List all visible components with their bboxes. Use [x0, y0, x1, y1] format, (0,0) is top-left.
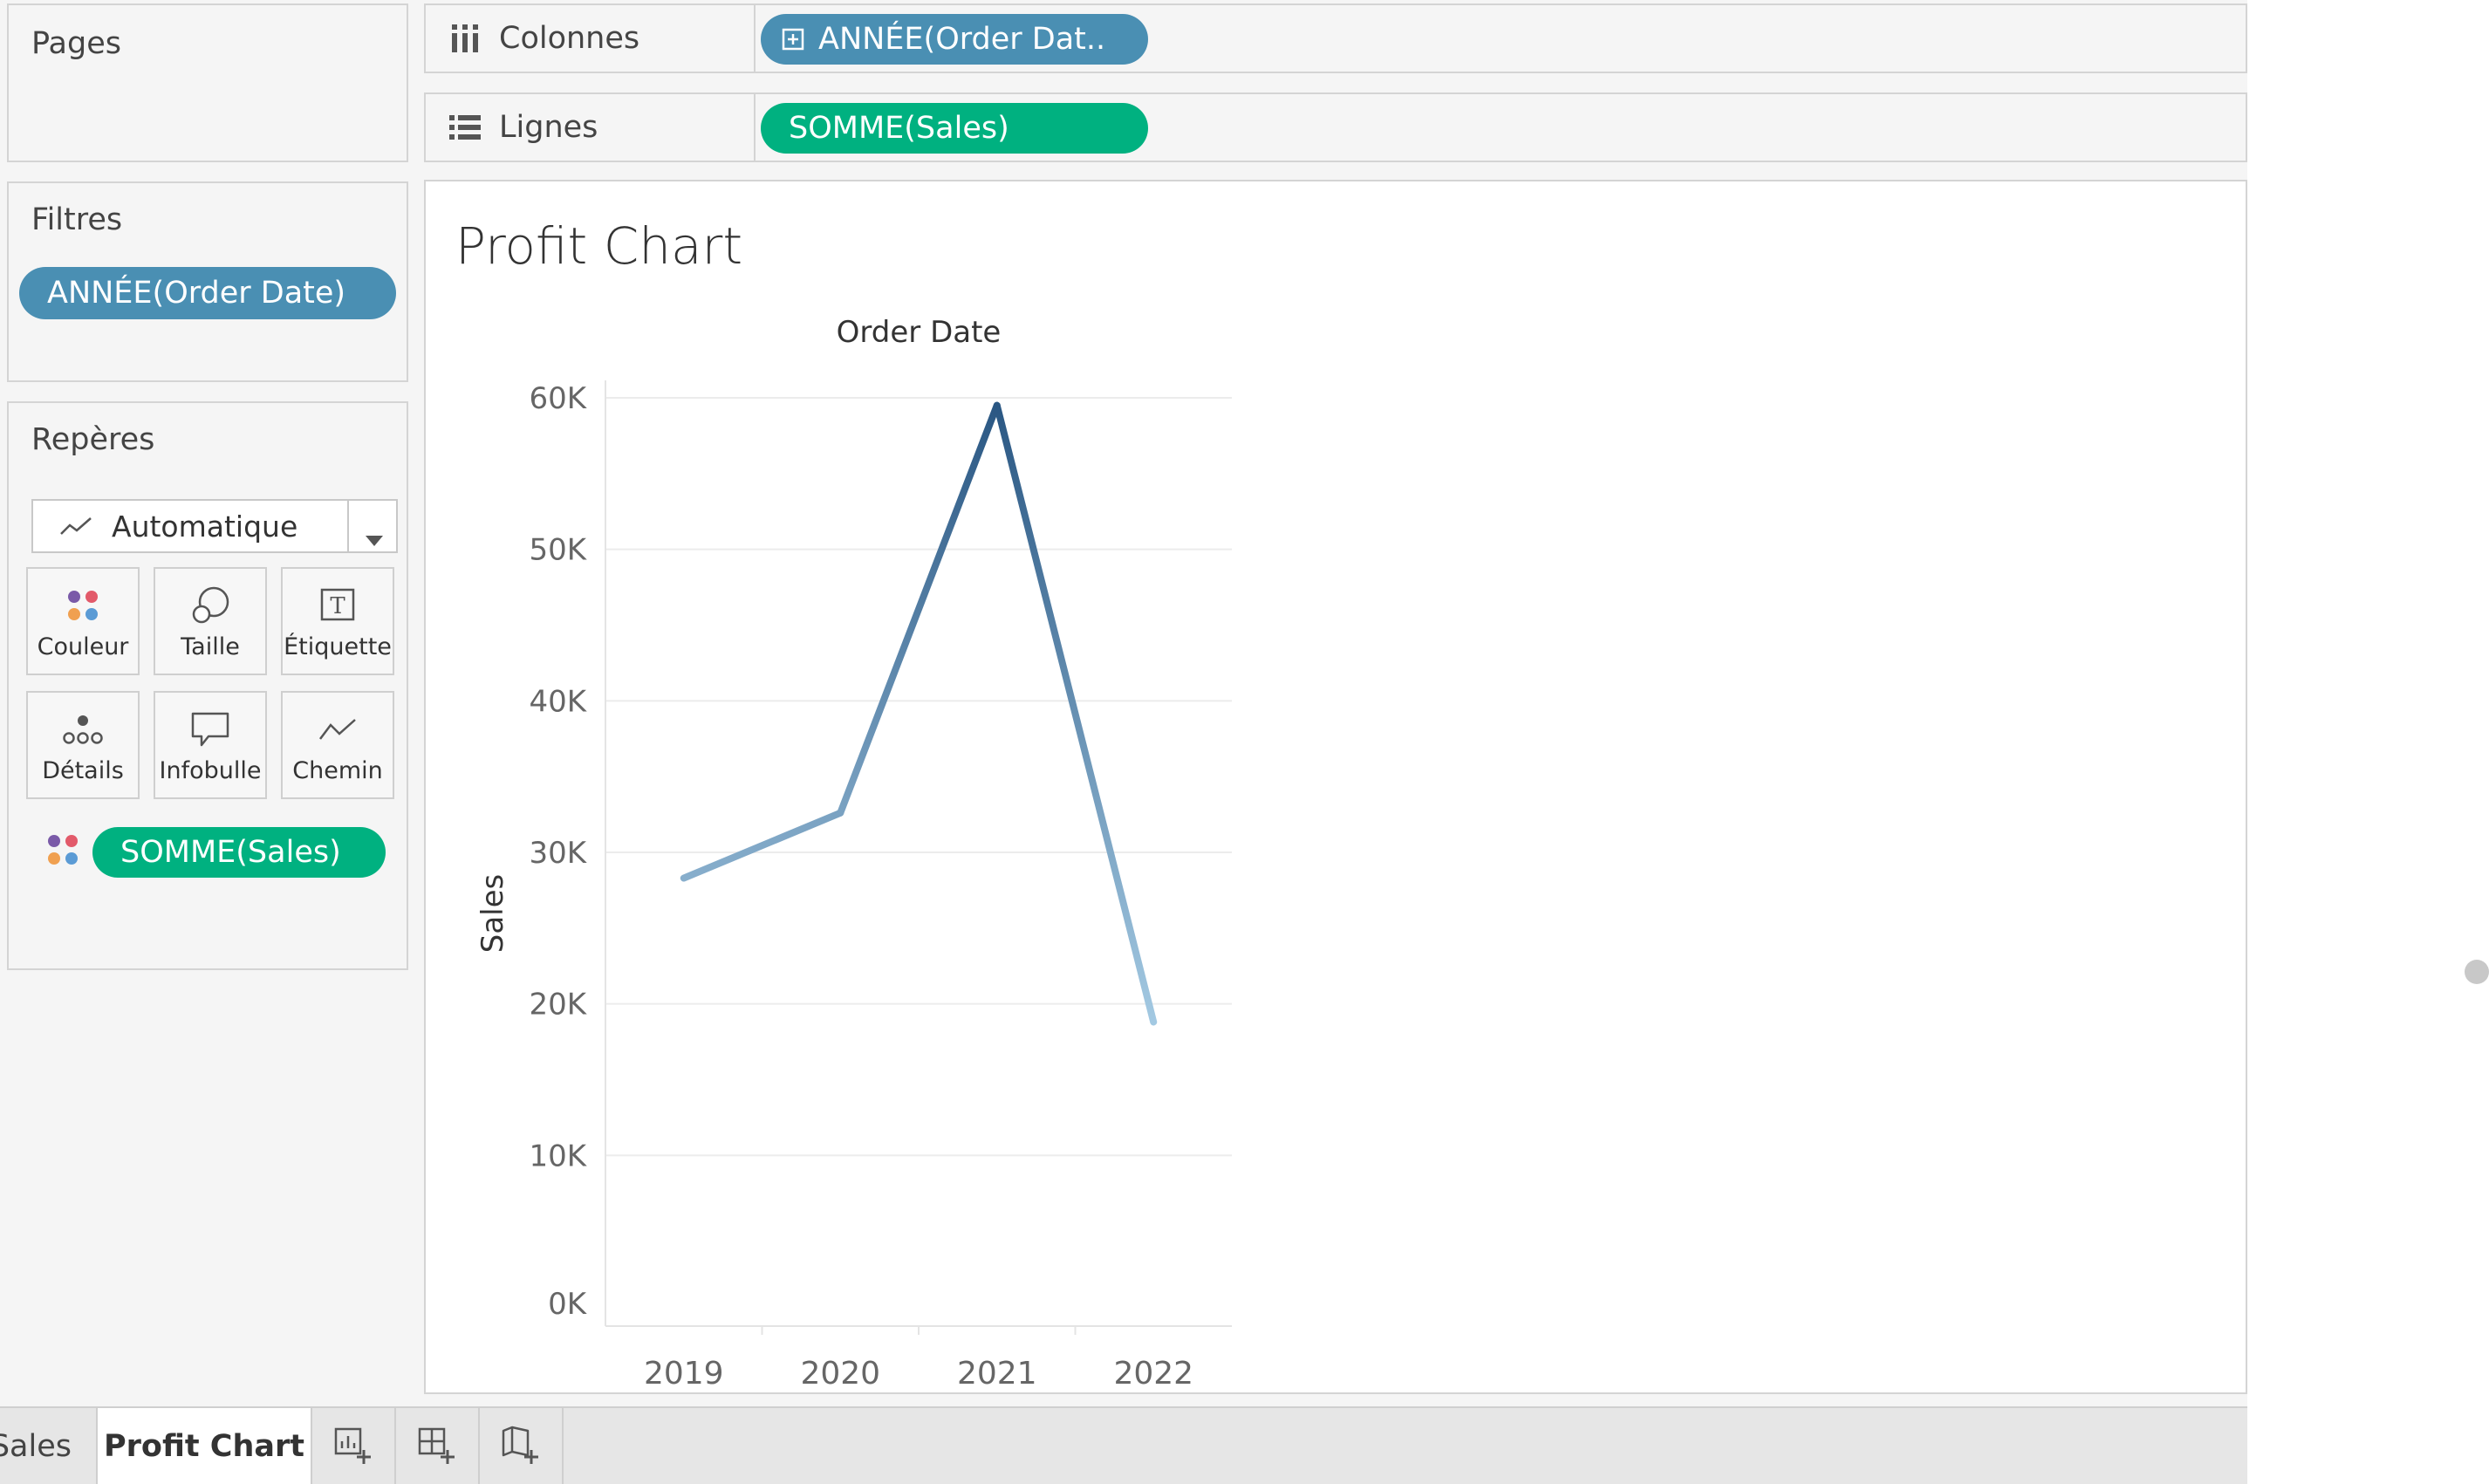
new-story-button[interactable] — [480, 1408, 564, 1484]
filters-title: Filtres — [31, 202, 123, 237]
marks-card: Repères Automatique Couleur Taille T Éti… — [7, 401, 408, 970]
y-tick-label: 60K — [529, 381, 587, 416]
mark-size-label: Taille — [181, 633, 240, 660]
mark-tooltip-label: Infobulle — [159, 757, 262, 784]
x-tick-label: 2020 — [800, 1356, 880, 1392]
mark-size-button[interactable]: Taille — [154, 567, 267, 675]
color-pill-sum-sales[interactable]: SOMME(Sales) — [92, 827, 386, 878]
line-segment — [680, 809, 844, 882]
y-tick-label: 40K — [529, 684, 587, 719]
x-tick-label: 2022 — [1113, 1356, 1193, 1392]
mark-type-label: Automatique — [112, 509, 298, 544]
path-line-icon — [317, 707, 359, 752]
mark-color-label: Couleur — [37, 633, 129, 660]
color-encoding-icon — [44, 831, 82, 872]
rows-shelf[interactable]: Lignes SOMME(Sales) — [424, 92, 2247, 162]
new-worksheet-icon — [332, 1424, 374, 1469]
sheet-tab-bar: Sales Profit Chart — [0, 1406, 2247, 1484]
mark-color-button[interactable]: Couleur — [26, 567, 140, 675]
new-dashboard-icon — [416, 1424, 458, 1469]
detail-dots-icon — [61, 707, 105, 752]
mark-label-label: Étiquette — [284, 633, 392, 660]
x-axis-title: Order Date — [837, 315, 1002, 350]
columns-label: Colonnes — [499, 21, 640, 56]
x-tick-label: 2021 — [957, 1356, 1037, 1392]
filter-pill-year[interactable]: ANNÉE(Order Date) — [19, 267, 396, 319]
view-canvas[interactable]: Profit Chart Order Date Sales 0K 10K 20K 30K 4… — [424, 180, 2247, 1394]
columns-icon — [443, 23, 487, 54]
y-tick-label: 30K — [529, 836, 587, 871]
line-segment — [993, 401, 1158, 1026]
new-worksheet-button[interactable] — [312, 1408, 396, 1484]
marks-title: Repères — [31, 422, 155, 457]
svg-text:T: T — [330, 593, 345, 619]
line-mark-icon — [59, 515, 94, 537]
y-tick-label: 0K — [548, 1287, 588, 1322]
tab-profit-chart[interactable]: Profit Chart — [96, 1408, 312, 1484]
y-tick-label: 50K — [529, 533, 587, 568]
workspace: Pages Filtres ANNÉE(Order Date) Repères … — [0, 0, 2247, 1484]
new-story-icon — [500, 1424, 542, 1469]
size-circles-icon — [189, 583, 231, 628]
x-tick-label: 2019 — [644, 1356, 724, 1392]
line-segment — [837, 401, 1001, 817]
columns-shelf-label-box: Colonnes — [426, 5, 756, 72]
filters-card[interactable]: Filtres ANNÉE(Order Date) — [7, 181, 408, 382]
expand-plus-icon[interactable] — [782, 28, 804, 51]
chevron-down-icon — [365, 520, 384, 554]
y-tick-label: 20K — [529, 988, 587, 1022]
dropdown-separator — [347, 501, 349, 551]
y-axis-title: Sales — [475, 874, 510, 954]
columns-pill-year[interactable]: ANNÉE(Order Dat.. — [761, 14, 1148, 65]
mark-path-label: Chemin — [292, 757, 383, 784]
rows-icon — [443, 113, 487, 141]
mark-detail-label: Détails — [42, 757, 124, 784]
text-label-icon: T — [318, 583, 357, 628]
rows-pill-sum-sales[interactable]: SOMME(Sales) — [761, 103, 1148, 154]
tooltip-bubble-icon — [189, 707, 231, 752]
mark-label-button[interactable]: T Étiquette — [281, 567, 394, 675]
columns-pill-label: ANNÉE(Order Dat.. — [818, 22, 1106, 57]
rows-label: Lignes — [499, 110, 598, 145]
columns-shelf[interactable]: Colonnes ANNÉE(Order Dat.. — [424, 3, 2247, 73]
mark-path-button[interactable]: Chemin — [281, 691, 394, 799]
rows-shelf-label-box: Lignes — [426, 94, 756, 161]
mark-detail-button[interactable]: Détails — [26, 691, 140, 799]
pages-title: Pages — [31, 26, 121, 61]
y-tick-label: 10K — [529, 1139, 587, 1173]
new-dashboard-button[interactable] — [396, 1408, 480, 1484]
scroll-indicator[interactable] — [2465, 960, 2489, 984]
color-dots-icon — [64, 583, 102, 628]
mark-tooltip-button[interactable]: Infobulle — [154, 691, 267, 799]
pages-card[interactable]: Pages — [7, 3, 408, 162]
line-chart: Order Date Sales 0K 10K 20K 30K 40K 50K 60K 2019 2… — [475, 315, 1232, 1392]
tab-sales[interactable]: Sales — [0, 1408, 96, 1484]
mark-type-dropdown[interactable]: Automatique — [31, 499, 398, 553]
